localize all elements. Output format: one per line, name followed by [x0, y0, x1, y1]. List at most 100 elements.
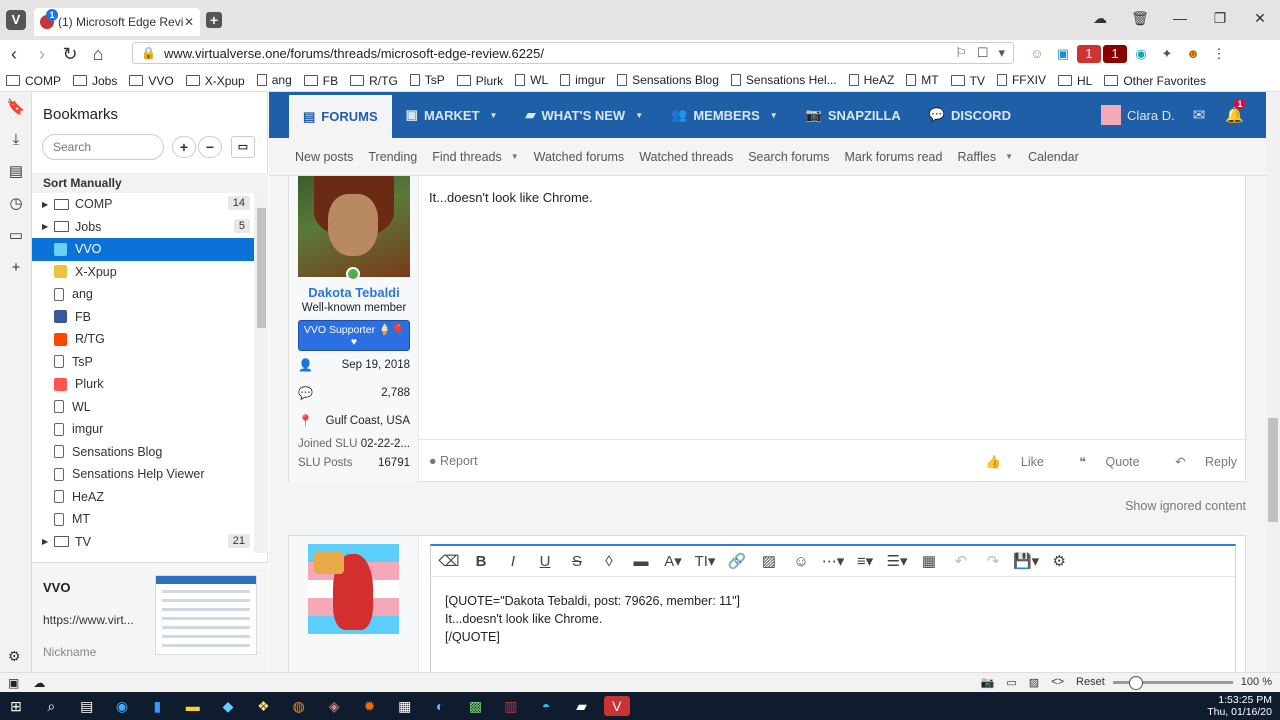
bookmark-bar-item[interactable]: FB — [298, 69, 344, 93]
nav-market[interactable]: ▣ MARKET ▼ — [392, 92, 512, 138]
app-icon[interactable]: ▥ — [498, 696, 524, 716]
bookmark-page-icon[interactable]: ☐ — [977, 45, 989, 61]
screenshot-icon[interactable]: 📷 — [981, 676, 995, 689]
app-icon[interactable]: ◉ — [109, 696, 135, 716]
history-panel-icon[interactable]: ◷ — [0, 188, 32, 220]
bookmark-list-item[interactable]: TsP — [32, 351, 254, 374]
page-scrollbar[interactable] — [1266, 92, 1280, 672]
bookmark-search-input[interactable] — [42, 134, 164, 160]
bold-icon[interactable]: B — [469, 553, 493, 570]
bookmark-bar-item[interactable]: imgur — [554, 68, 611, 92]
bookmark-bar-item[interactable]: Sensations Hel... — [725, 68, 843, 92]
chevron-down-icon[interactable]: ▼ — [770, 111, 778, 120]
vivaldi-menu-button[interactable]: V — [6, 10, 26, 30]
editor-content[interactable]: [QUOTE="Dakota Tebaldi, post: 79626, mem… — [445, 592, 740, 646]
more-options-icon[interactable]: ⋯▾ — [821, 552, 845, 570]
taskbar-clock[interactable]: 1:53:25 PM Thu, 01/16/20 — [1207, 692, 1272, 720]
bookmark-nickname-field[interactable]: Nickname — [43, 645, 96, 659]
tab-close-icon[interactable]: ✕ — [184, 15, 194, 29]
tiling-icon[interactable]: ▭ — [1006, 676, 1016, 689]
app-icon[interactable]: ▰ — [569, 696, 595, 716]
code-icon[interactable]: <> — [1051, 676, 1064, 688]
table-icon[interactable]: ▦ — [917, 552, 941, 570]
highlight-icon[interactable]: ▬ — [629, 553, 653, 570]
subnav-link[interactable]: Calendar — [1028, 150, 1079, 164]
subnav-link[interactable]: Raffles — [957, 150, 996, 164]
new-folder-button[interactable]: ▭ — [231, 136, 255, 158]
bookmark-bar-item[interactable]: ang — [251, 68, 298, 92]
extension-icon[interactable]: ▣ — [1051, 45, 1075, 63]
bookmark-list-item[interactable]: ▶ TV 21 — [32, 531, 254, 554]
redo-icon[interactable]: ↷ — [981, 552, 1005, 570]
image-icon[interactable]: ▨ — [757, 552, 781, 570]
author-avatar[interactable] — [298, 176, 410, 277]
edge-icon[interactable]: ◓ — [533, 696, 559, 716]
address-bar[interactable]: 🔒 www.virtualverse.one/forums/threads/mi… — [132, 42, 1014, 64]
new-tab-button[interactable]: + — [206, 12, 222, 28]
bookmark-list-item[interactable]: MT — [32, 508, 254, 531]
app-icon[interactable]: ▩ — [462, 696, 488, 716]
drafts-icon[interactable]: 💾▾ — [1013, 552, 1039, 570]
bookmark-list-item[interactable]: imgur — [32, 418, 254, 441]
bookmark-list-item[interactable]: FB — [32, 306, 254, 329]
eraser-icon[interactable]: ⌫ — [437, 552, 461, 570]
app-icon[interactable]: ❖ — [250, 696, 276, 716]
bookmark-detail-url[interactable]: https://www.virt... — [43, 613, 134, 627]
extension-icon[interactable]: ◉ — [1129, 45, 1153, 63]
app-icon[interactable]: ✹ — [356, 696, 382, 716]
user-avatar[interactable] — [1101, 105, 1122, 125]
author-name[interactable]: Dakota Tebaldi — [289, 285, 419, 300]
extension-icon[interactable]: ☻ — [1181, 45, 1205, 63]
subnav-link[interactable]: Find threads — [432, 150, 501, 164]
bookmark-bar-item[interactable]: Sensations Blog — [611, 68, 725, 92]
downloads-panel-icon[interactable]: ⤓ — [0, 124, 32, 156]
bookmark-list-item[interactable]: WL — [32, 396, 254, 419]
bookmark-list-item[interactable]: R/TG — [32, 328, 254, 351]
user-name[interactable]: Clara D. — [1127, 108, 1175, 123]
nav-discord[interactable]: 💬 DISCORD — [915, 92, 1025, 138]
windows-start-icon[interactable]: ⊞ — [3, 696, 29, 716]
bookmark-bar-item[interactable]: FFXIV — [991, 68, 1052, 92]
extension-icon[interactable]: ☺ — [1025, 45, 1049, 63]
bookmark-list-item[interactable]: X-Xpup — [32, 261, 254, 284]
subnav-link[interactable]: Search forums — [748, 150, 829, 164]
bookmarks-panel-icon[interactable]: 🔖 — [0, 92, 32, 124]
bookmark-list-item[interactable]: ▶ COMP 14 — [32, 193, 254, 216]
chevron-down-icon[interactable]: ▼ — [635, 111, 643, 120]
bookmark-list-item[interactable]: ▶ Jobs 5 — [32, 216, 254, 239]
like-button[interactable]: 👍 Like — [970, 455, 1044, 469]
zoom-slider-handle[interactable] — [1128, 675, 1143, 690]
subnav-link[interactable]: Watched threads — [639, 150, 733, 164]
task-view-icon[interactable]: ▤ — [74, 696, 100, 716]
bookmark-bar-item[interactable]: MT — [900, 68, 944, 92]
bookmark-bar-item[interactable]: Jobs — [67, 69, 123, 93]
menu-icon[interactable]: ⋮ — [1207, 45, 1231, 63]
bookmark-bar-item[interactable]: VVO — [123, 69, 179, 93]
app-icon[interactable]: ◈ — [321, 696, 347, 716]
window-panel-icon[interactable]: ▭ — [0, 220, 32, 252]
bookmark-bar-item[interactable]: TV — [945, 69, 991, 93]
app-icon[interactable]: ▦ — [392, 696, 418, 716]
translate-icon[interactable]: ⚐ — [955, 45, 967, 61]
location-value[interactable]: Gulf Coast, USA — [318, 415, 410, 427]
strikethrough-icon[interactable]: S — [565, 553, 589, 570]
bookmark-list-item[interactable]: VVO — [32, 238, 254, 261]
reload-button[interactable]: ↻ — [56, 40, 84, 68]
quote-button[interactable]: ❝ Quote — [1063, 455, 1139, 469]
extension-icon[interactable]: 1 — [1077, 45, 1101, 63]
chevron-down-icon[interactable]: ▼ — [511, 152, 519, 161]
app-icon[interactable]: ◆ — [215, 696, 241, 716]
underline-icon[interactable]: U — [533, 553, 557, 570]
list-icon[interactable]: ☰▾ — [885, 552, 909, 570]
panel-toggle-icon[interactable]: ▣ — [8, 676, 19, 690]
expand-arrow-icon[interactable]: ▶ — [42, 222, 54, 231]
notes-panel-icon[interactable]: ▤ — [0, 156, 32, 188]
bell-icon[interactable]: 🔔 1 — [1225, 99, 1246, 124]
bookmark-list-item[interactable]: Plurk — [32, 373, 254, 396]
nav-snapzilla[interactable]: 📷 SNAPZILLA — [792, 92, 915, 138]
ublock-icon[interactable]: 1 — [1103, 45, 1127, 63]
extension-icon[interactable]: ✦ — [1155, 45, 1179, 63]
cloud-sync-icon[interactable]: ☁ — [33, 676, 45, 690]
mail-icon[interactable]: ✉ — [1193, 106, 1206, 124]
settings-gear-icon[interactable]: ⚙ — [8, 648, 21, 665]
